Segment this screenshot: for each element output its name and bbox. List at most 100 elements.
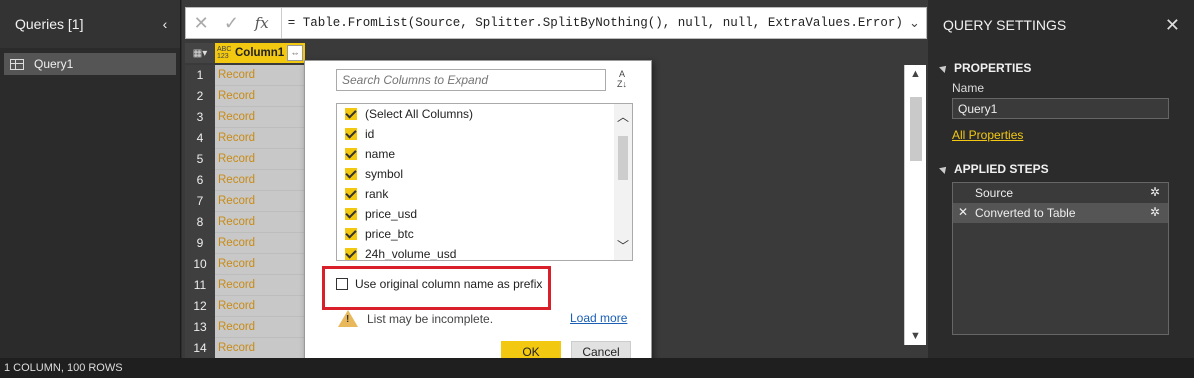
record-cell[interactable]: Record [215, 254, 305, 275]
column-option[interactable]: symbol [337, 164, 632, 184]
column-checkbox[interactable] [345, 228, 357, 240]
any-type-icon[interactable]: ABC 123 [217, 46, 235, 60]
formula-divider [280, 8, 282, 38]
table-row: 6 Record [185, 170, 305, 191]
prefix-checkbox[interactable] [336, 278, 348, 290]
properties-title: PROPERTIES [954, 61, 1032, 75]
column-option-label: (Select All Columns) [365, 107, 474, 121]
record-cell[interactable]: Record [215, 107, 305, 128]
close-icon[interactable]: ✕ [1165, 15, 1180, 36]
column-option-label: id [365, 127, 375, 141]
column-option-label: rank [365, 187, 389, 201]
column-option[interactable]: price_btc [337, 224, 632, 244]
column-option[interactable]: price_usd [337, 204, 632, 224]
record-cell[interactable]: Record [215, 149, 305, 170]
row-number[interactable]: 9 [185, 233, 215, 254]
column-option[interactable]: (Select All Columns) [337, 104, 632, 124]
applied-steps-section[interactable]: APPLIED STEPS [939, 162, 1049, 176]
expand-column-icon[interactable]: ⇔ [287, 45, 303, 61]
column-option-label: symbol [365, 167, 404, 181]
chevron-down-icon[interactable]: ﹀ [614, 237, 632, 254]
column-checkbox[interactable] [345, 168, 357, 180]
row-number[interactable]: 12 [185, 296, 215, 317]
search-columns-input[interactable] [336, 69, 606, 91]
chevron-down-icon[interactable]: ⌄ [903, 15, 926, 31]
warning-message: ! List may be incomplete. [338, 310, 493, 327]
query-item-query1[interactable]: Query1 [4, 53, 176, 75]
record-cell[interactable]: Record [215, 191, 305, 212]
column-checkbox[interactable] [345, 248, 357, 260]
step-source[interactable]: Source ✲ [953, 183, 1168, 203]
column-checkbox[interactable] [345, 188, 357, 200]
properties-section[interactable]: PROPERTIES [939, 61, 1032, 75]
collapse-triangle-icon[interactable] [939, 63, 949, 73]
scroll-thumb[interactable] [910, 97, 922, 161]
record-cell[interactable]: Record [215, 275, 305, 296]
formula-text[interactable]: = Table.FromList(Source, Splitter.SplitB… [288, 16, 903, 30]
column-option[interactable]: 24h_volume_usd [337, 244, 632, 260]
list-scroll-thumb[interactable] [618, 136, 628, 180]
record-cell[interactable]: Record [215, 170, 305, 191]
list-scrollbar[interactable]: ︿ ﹀ [614, 104, 632, 260]
table-row: 13 Record [185, 317, 305, 338]
expand-columns-dialog: AZ↓ (Select All Columns) id name symbol rank… [304, 60, 652, 374]
commit-formula-icon[interactable]: ✓ [216, 13, 246, 34]
table-row: 7 Record [185, 191, 305, 212]
name-label: Name [952, 81, 985, 95]
row-number[interactable]: 4 [185, 128, 215, 149]
record-cell[interactable]: Record [215, 317, 305, 338]
chevron-left-icon[interactable]: ‹ [158, 16, 172, 32]
row-number[interactable]: 11 [185, 275, 215, 296]
all-properties-link[interactable]: All Properties [952, 128, 1023, 142]
record-cell[interactable]: Record [215, 65, 305, 86]
row-number[interactable]: 13 [185, 317, 215, 338]
row-number[interactable]: 10 [185, 254, 215, 275]
column-option[interactable]: rank [337, 184, 632, 204]
gear-icon[interactable]: ✲ [1150, 205, 1160, 219]
column-checkbox[interactable] [345, 108, 357, 120]
grid-rows: 1 Record 2 Record 3 Record 4 Record 5 Record 6 Reco… [185, 65, 305, 359]
grid-header: ▦▾ ABC 123 Column1 ⇔ [185, 43, 305, 63]
row-number[interactable]: 8 [185, 212, 215, 233]
table-row: 14 Record [185, 338, 305, 359]
record-cell[interactable]: Record [215, 338, 305, 359]
grid-scrollbar[interactable]: ▲ ▼ [904, 65, 926, 345]
record-cell[interactable]: Record [215, 86, 305, 107]
row-number[interactable]: 1 [185, 65, 215, 86]
row-number[interactable]: 3 [185, 107, 215, 128]
sort-az-icon[interactable]: A Z↓ [612, 69, 632, 91]
column-checkbox[interactable] [345, 128, 357, 140]
row-number[interactable]: 7 [185, 191, 215, 212]
scroll-up-icon[interactable]: ▲ [905, 65, 926, 83]
table-row: 1 Record [185, 65, 305, 86]
column-checkbox[interactable] [345, 148, 357, 160]
row-number[interactable]: 5 [185, 149, 215, 170]
record-cell[interactable]: Record [215, 128, 305, 149]
row-number[interactable]: 2 [185, 86, 215, 107]
scroll-down-icon[interactable]: ▼ [905, 327, 926, 345]
record-cell[interactable]: Record [215, 212, 305, 233]
chevron-up-icon[interactable]: ︿ [614, 108, 632, 125]
cancel-formula-icon[interactable]: ✕ [186, 13, 216, 34]
column-option[interactable]: id [337, 124, 632, 144]
record-cell[interactable]: Record [215, 233, 305, 254]
row-number[interactable]: 6 [185, 170, 215, 191]
row-number[interactable]: 14 [185, 338, 215, 359]
column-header-column1[interactable]: ABC 123 Column1 ⇔ [215, 43, 305, 63]
fx-icon[interactable]: fx [247, 14, 277, 32]
table-row: 2 Record [185, 86, 305, 107]
load-more-link[interactable]: Load more [570, 311, 627, 325]
query-name-input[interactable] [952, 98, 1169, 119]
delete-step-icon[interactable]: ✕ [958, 205, 968, 219]
column-option-label: name [365, 147, 396, 161]
gear-icon[interactable]: ✲ [1150, 185, 1160, 199]
prefix-option[interactable]: Use original column name as prefix [336, 277, 542, 291]
collapse-triangle-icon[interactable] [939, 164, 949, 174]
table-row: 11 Record [185, 275, 305, 296]
table-menu-icon[interactable]: ▦▾ [185, 43, 215, 63]
record-cell[interactable]: Record [215, 296, 305, 317]
settings-title: QUERY SETTINGS [943, 17, 1067, 33]
column-checkbox[interactable] [345, 208, 357, 220]
column-option[interactable]: name [337, 144, 632, 164]
step-converted-to-table[interactable]: ✕ Converted to Table ✲ [953, 203, 1168, 223]
